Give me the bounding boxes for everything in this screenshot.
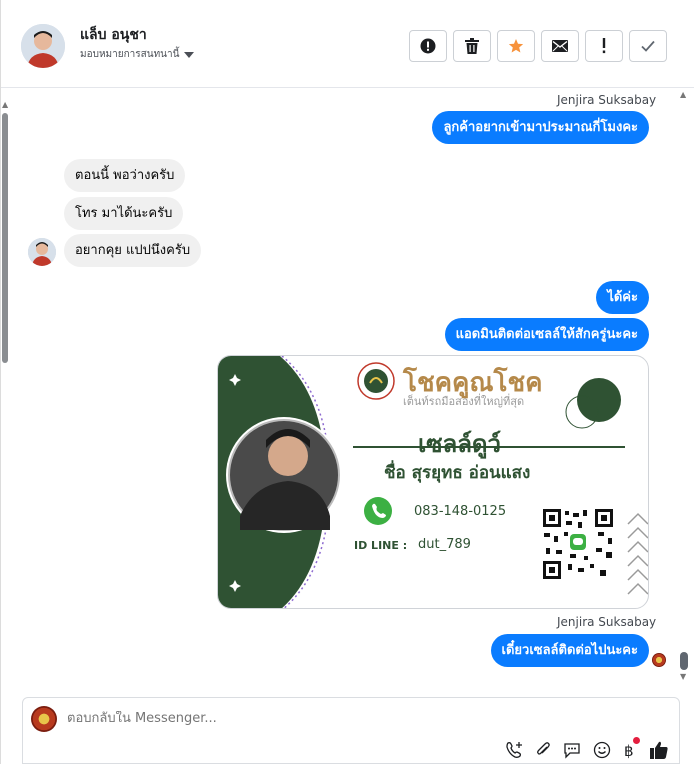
attach-icon[interactable] [535,741,551,763]
contact-small-avatar [28,238,56,266]
mark-spam-button[interactable] [409,30,447,62]
contact-avatar[interactable] [21,24,65,68]
card-tagline: เต็นท์รถมือสองที่ใหญ่ที่สุด [403,395,525,408]
outgoing-message[interactable]: แอดมินติดต่อเซลล์ให้สักครู่นะคะ [444,318,649,351]
assign-label: มอบหมายการสนทนานี้ [80,49,180,60]
page-avatar [31,706,57,732]
alert-circle-icon [420,38,436,54]
svg-text:฿: ฿ [624,742,634,759]
trash-icon [465,38,479,54]
emoji-icon[interactable] [593,741,611,763]
contact-name[interactable]: แล็บ อนุชา [80,24,147,46]
follow-up-button[interactable] [585,30,623,62]
notification-dot [633,737,640,744]
assign-conversation-dropdown[interactable]: มอบหมายการสนทนานี้ [80,47,195,62]
business-card-image[interactable]: โชคคูณโชค เต็นท์รถมือสองที่ใหญ่ที่สุด เซ… [217,355,649,609]
envelope-icon [552,40,568,52]
like-icon[interactable] [649,740,669,764]
sender-label: Jenjira Suksabay [557,93,657,107]
card-id-line-value: dut_789 [418,537,471,552]
incoming-message[interactable]: ตอนนี้ พอว่างครับ [64,159,186,192]
incoming-message[interactable]: อยากคุย แปปนึงครับ [64,234,202,267]
card-id-line-label: ID LINE : [354,539,408,552]
star-button[interactable] [497,30,535,62]
conversation-pane: แล็บ อนุชา มอบหมายการสนทนานี้ ▲ ▲ ▼ Jenj… [0,0,694,764]
message-list: Jenjira Suksabay ลูกค้าอยากเข้ามาประมาณก… [1,88,694,688]
outgoing-message[interactable]: เดี๋ยวเซลล์ติดต่อไปนะคะ [490,634,649,667]
chevron-down-icon [184,51,195,58]
star-icon [508,39,524,53]
call-icon[interactable] [505,741,523,763]
outgoing-message[interactable]: ได้ค่ะ [596,281,649,314]
exclamation-icon [602,38,606,54]
message-composer: ฿ [22,697,680,764]
mark-unread-button[interactable] [541,30,579,62]
outgoing-message[interactable]: ลูกค้าอยากเข้ามาประมาณกี่โมงคะ [432,111,649,144]
card-full-name: ชื่อ สุรยุทธ อ่อนแสง [384,463,531,483]
seen-indicator-avatar [652,653,666,667]
reply-input[interactable] [67,711,627,726]
delete-button[interactable] [453,30,491,62]
card-phone-number: 083-148-0125 [414,504,507,519]
check-icon [641,40,655,52]
payment-baht-icon[interactable]: ฿ [623,737,640,763]
sender-label: Jenjira Suksabay [557,615,657,629]
card-role: เซลล์ดูว์ [418,430,501,458]
saved-reply-icon[interactable] [563,741,581,763]
composer-actions: ฿ [505,737,669,764]
conversation-toolbar [409,30,667,62]
mark-done-button[interactable] [629,30,667,62]
conversation-header: แล็บ อนุชา มอบหมายการสนทนานี้ [1,0,694,88]
incoming-message[interactable]: โทร มาได้นะครับ [64,197,184,230]
